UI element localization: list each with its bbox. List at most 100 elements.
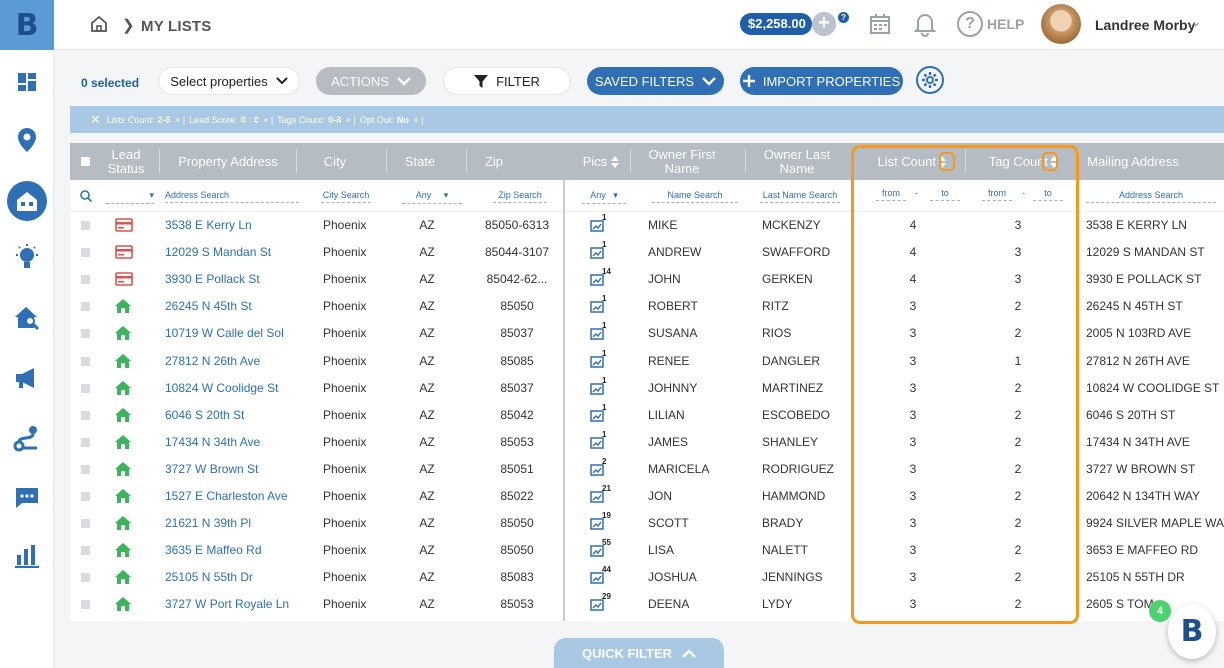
- help-button[interactable]: ? HELP: [957, 11, 1024, 37]
- photos-icon[interactable]: 44: [590, 565, 611, 587]
- my-lists-icon[interactable]: [7, 181, 47, 221]
- property-address-link[interactable]: 12029 S Mandan St: [165, 239, 315, 266]
- mailing-address-search-input[interactable]: Address Search: [1086, 190, 1216, 203]
- settings-gear-icon[interactable]: [916, 66, 944, 94]
- app-logo[interactable]: B: [0, 0, 54, 50]
- route-icon[interactable]: [13, 424, 41, 452]
- row-checkbox[interactable]: [81, 519, 90, 529]
- photos-icon[interactable]: 1: [590, 349, 606, 371]
- clear-filters-icon[interactable]: ✕: [90, 112, 101, 128]
- col-owner-first-name[interactable]: Owner First Name: [637, 143, 727, 180]
- col-lead-status[interactable]: Lead Status: [100, 143, 152, 180]
- property-address-link[interactable]: 25105 N 55th Dr: [165, 564, 315, 591]
- photos-icon[interactable]: 1: [590, 430, 606, 452]
- property-address-link[interactable]: 26245 N 45th St: [165, 293, 315, 320]
- row-checkbox[interactable]: [81, 546, 90, 556]
- col-owner-last-name[interactable]: Owner Last Name: [750, 143, 844, 180]
- user-name[interactable]: Landree Morby: [1095, 17, 1195, 33]
- first-name-search-input[interactable]: Name Search: [652, 190, 738, 203]
- row-checkbox[interactable]: [81, 329, 90, 339]
- home-icon[interactable]: [90, 15, 110, 35]
- property-address-link[interactable]: 10824 W Coolidge St: [165, 375, 315, 402]
- select-properties-dropdown[interactable]: Select properties: [158, 67, 300, 95]
- balance-info-icon[interactable]: ?: [838, 12, 849, 23]
- photos-icon[interactable]: 21: [590, 484, 611, 506]
- actions-button[interactable]: ACTIONS: [316, 67, 426, 95]
- import-properties-button[interactable]: IMPORT PROPERTIES: [740, 67, 903, 95]
- photos-icon[interactable]: 1: [590, 321, 606, 343]
- property-address-link[interactable]: 10719 W Calle del Sol: [165, 320, 315, 347]
- calendar-icon[interactable]: [869, 13, 891, 40]
- sort-icon[interactable]: [611, 155, 620, 168]
- photos-icon[interactable]: 14: [590, 267, 611, 289]
- remove-chip-icon[interactable]: × |: [172, 115, 185, 125]
- col-state[interactable]: State: [387, 143, 453, 180]
- search-icon[interactable]: [80, 190, 92, 202]
- user-menu-chevron-icon[interactable]: ⌄: [1190, 13, 1202, 30]
- filter-chip[interactable]: Tags Count: 0-8 × |: [277, 115, 356, 125]
- chat-icon[interactable]: [13, 484, 41, 512]
- lead-status-filter[interactable]: ▾: [106, 190, 154, 204]
- zip-search-input[interactable]: Zip Search: [493, 190, 547, 203]
- row-checkbox[interactable]: [81, 383, 90, 393]
- city-search-input[interactable]: City Search: [321, 190, 371, 203]
- property-address-link[interactable]: 1527 E Charleston Ave: [165, 483, 315, 510]
- quick-filter-button[interactable]: QUICK FILTER: [554, 638, 724, 668]
- row-checkbox[interactable]: [81, 492, 90, 501]
- chat-widget-button[interactable]: B: [1168, 604, 1216, 659]
- row-checkbox[interactable]: [81, 356, 90, 366]
- house-search-icon[interactable]: [13, 304, 41, 332]
- col-city[interactable]: City: [297, 143, 373, 180]
- row-checkbox[interactable]: [81, 410, 90, 420]
- select-all-checkbox[interactable]: [81, 157, 90, 166]
- filter-chip[interactable]: Lists Count: 2-8 × |: [107, 115, 185, 125]
- remove-chip-icon[interactable]: × |: [411, 115, 423, 125]
- megaphone-icon[interactable]: [13, 364, 41, 392]
- address-search-input[interactable]: Address Search: [165, 190, 299, 203]
- property-address-link[interactable]: 3727 W Brown St: [165, 456, 315, 483]
- filter-button[interactable]: FILTER: [443, 67, 571, 95]
- remove-chip-icon[interactable]: × |: [261, 115, 273, 125]
- dashboard-icon[interactable]: [13, 68, 41, 96]
- row-checkbox[interactable]: [81, 221, 90, 230]
- photos-icon[interactable]: 1: [590, 403, 606, 425]
- last-name-search-input[interactable]: Last Name Search: [760, 190, 840, 203]
- saved-filters-button[interactable]: SAVED FILTERS: [587, 67, 724, 95]
- notification-bell-icon[interactable]: [912, 11, 938, 42]
- analytics-icon[interactable]: [13, 542, 41, 570]
- col-zip[interactable]: Zip: [467, 143, 521, 180]
- photos-icon[interactable]: 1: [590, 240, 606, 262]
- photos-icon[interactable]: 1: [590, 213, 606, 235]
- property-address-link[interactable]: 3538 E Kerry Ln: [165, 212, 315, 239]
- row-checkbox[interactable]: [81, 302, 90, 312]
- photos-icon[interactable]: 2: [590, 457, 606, 479]
- remove-chip-icon[interactable]: × |: [343, 115, 356, 125]
- map-pin-icon[interactable]: [13, 126, 41, 154]
- row-checkbox[interactable]: [81, 464, 90, 474]
- lightbulb-icon[interactable]: [13, 244, 41, 272]
- photos-icon[interactable]: 29: [590, 592, 611, 614]
- filter-chip[interactable]: Opt Out: No × |: [360, 115, 424, 125]
- col-pics[interactable]: Pics: [573, 143, 629, 180]
- photos-icon[interactable]: 19: [590, 511, 611, 533]
- row-checkbox[interactable]: [81, 573, 90, 583]
- photos-icon[interactable]: 55: [590, 538, 611, 560]
- row-checkbox[interactable]: [81, 248, 90, 258]
- property-address-link[interactable]: 3727 W Port Royale Ln: [165, 591, 315, 618]
- row-checkbox[interactable]: [81, 437, 90, 447]
- property-address-link[interactable]: 3635 E Maffeo Rd: [165, 537, 315, 564]
- pics-select[interactable]: Any ▾: [582, 190, 626, 204]
- filter-chip[interactable]: Lead Score: 0 : 0 × |: [189, 115, 273, 125]
- property-address-link[interactable]: 3930 E Pollack St: [165, 266, 315, 293]
- property-address-link[interactable]: 17434 N 34th Ave: [165, 429, 315, 456]
- photos-icon[interactable]: 1: [590, 376, 606, 398]
- row-checkbox[interactable]: [81, 600, 90, 610]
- property-address-link[interactable]: 21621 N 39th Pl: [165, 510, 315, 537]
- photos-icon[interactable]: 1: [590, 294, 606, 316]
- property-address-link[interactable]: 27812 N 26th Ave: [165, 348, 315, 375]
- row-checkbox[interactable]: [81, 275, 90, 285]
- add-funds-button[interactable]: +: [812, 12, 836, 36]
- property-address-link[interactable]: 6046 S 20th St: [165, 402, 315, 429]
- state-select[interactable]: Any ▾: [402, 190, 462, 204]
- col-mailing-address[interactable]: Mailing Address: [1084, 143, 1182, 180]
